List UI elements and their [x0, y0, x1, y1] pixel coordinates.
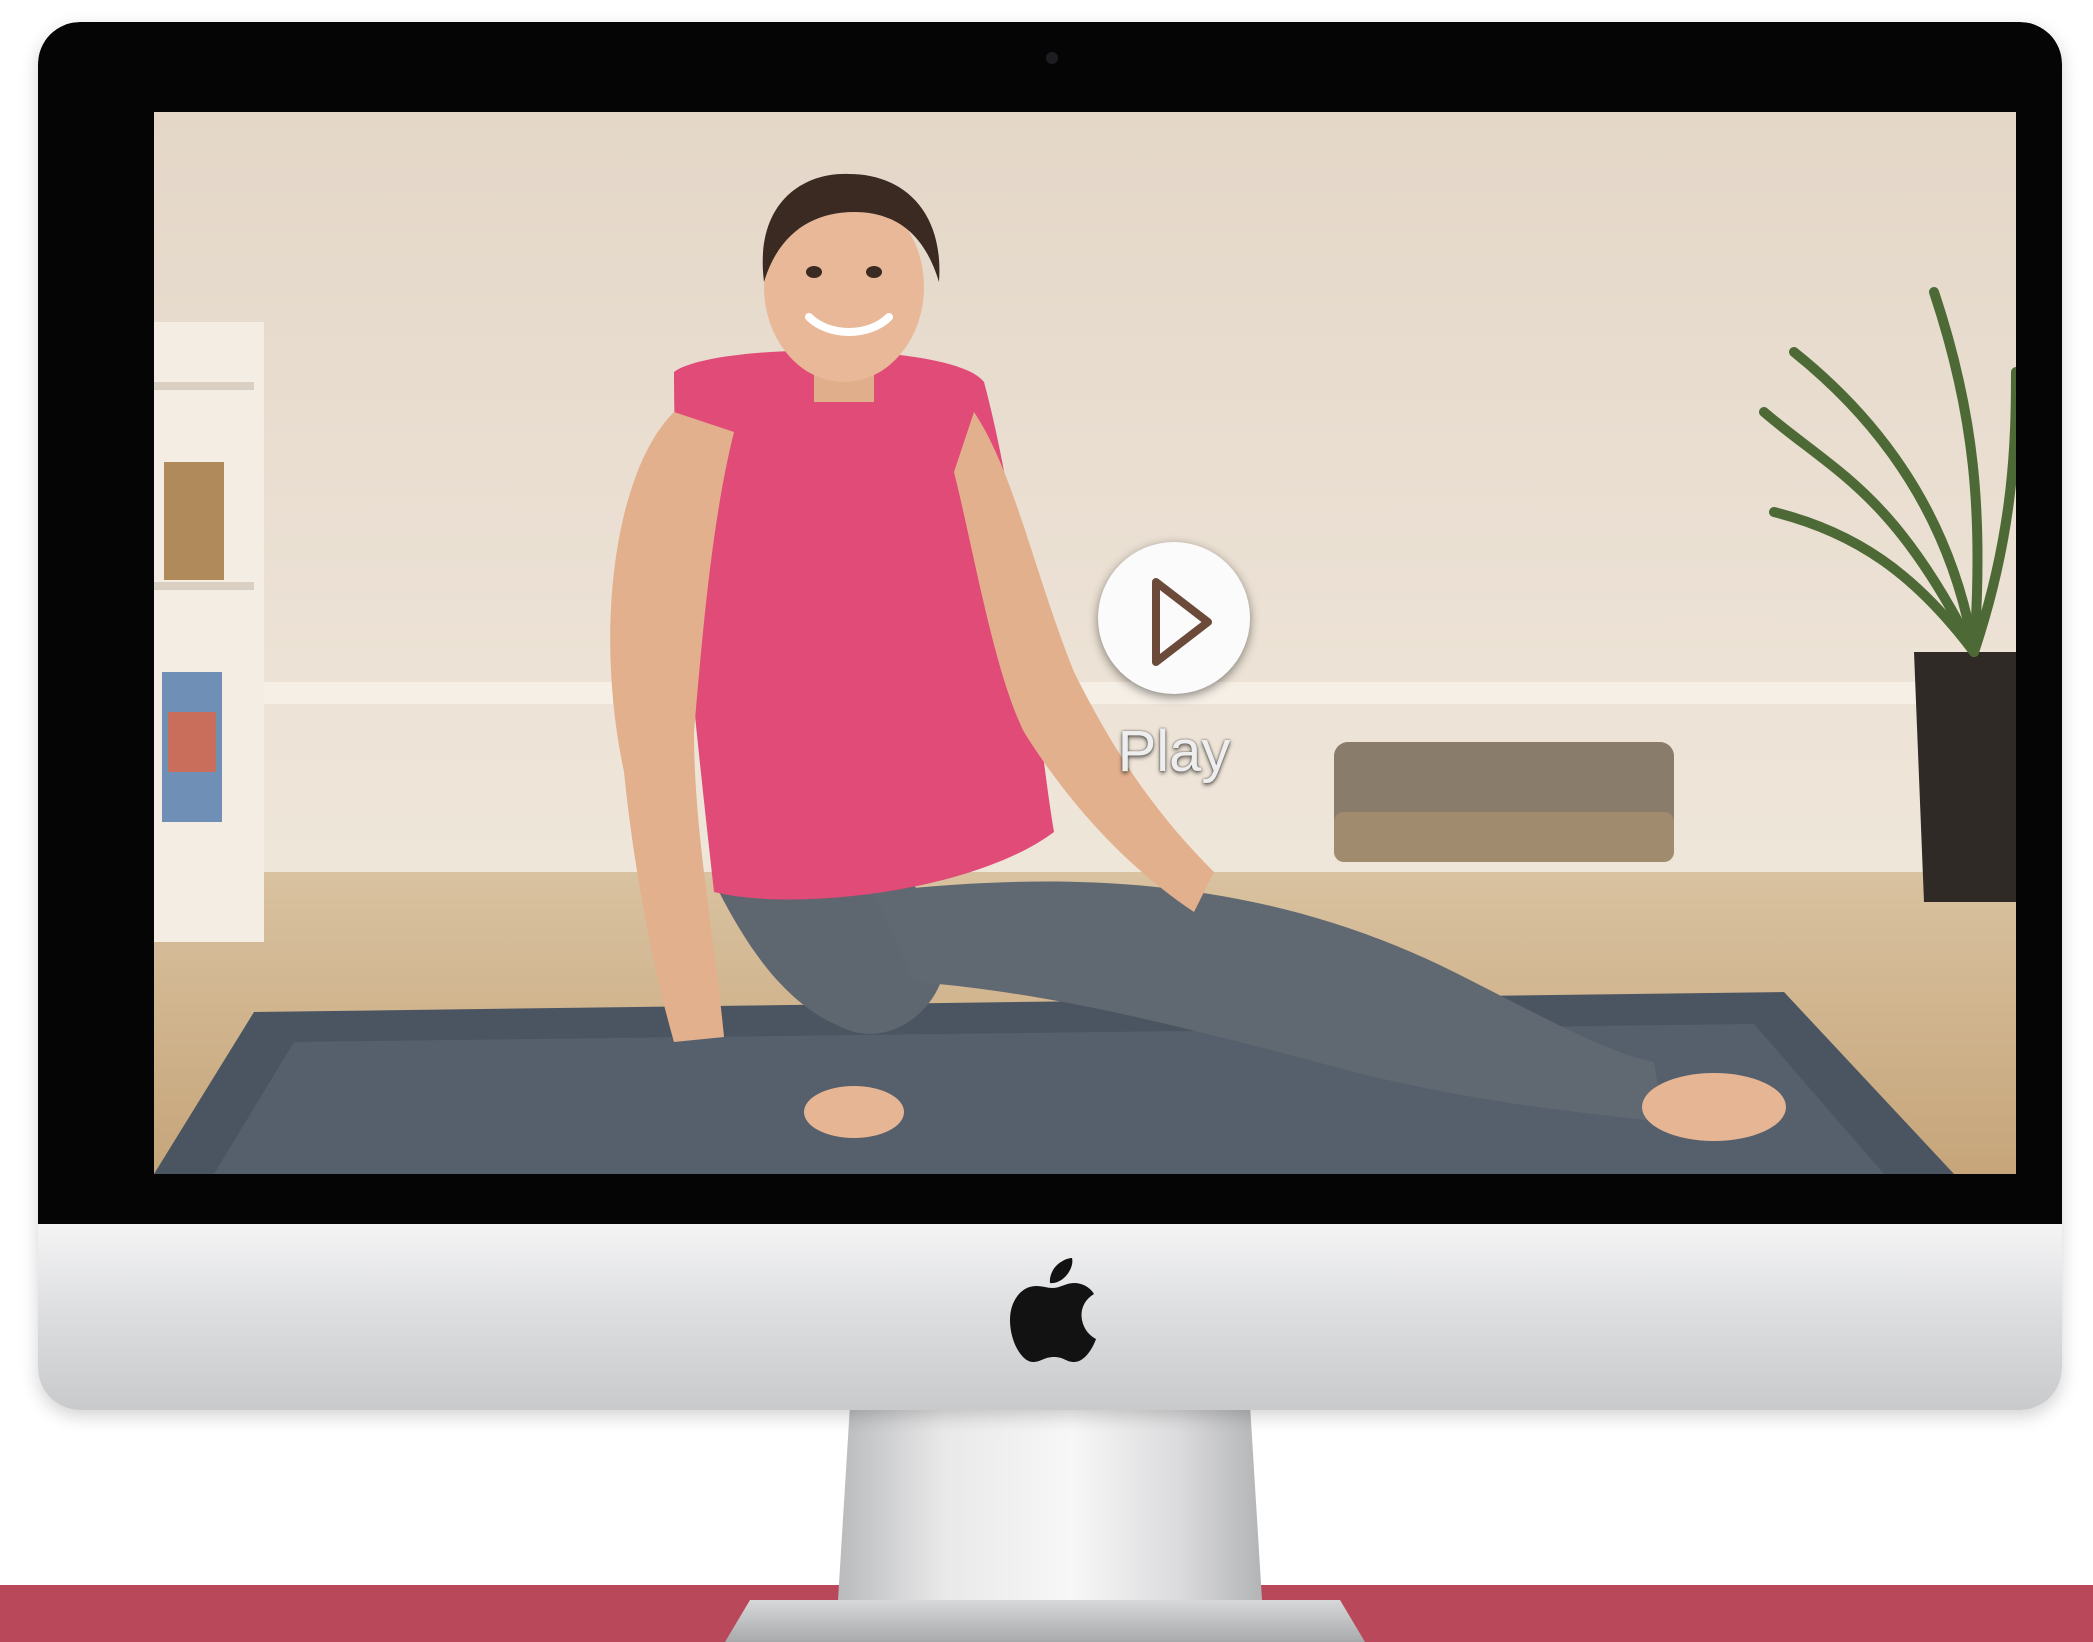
play-circle: [1098, 542, 1250, 694]
play-button[interactable]: Play: [1074, 542, 1274, 792]
camera-dot: [1046, 52, 1058, 64]
apple-logo-icon: [1010, 1258, 1096, 1362]
play-icon: [1152, 578, 1212, 666]
imac-display: Play: [38, 22, 2062, 1410]
video-player[interactable]: Play: [154, 112, 2016, 1174]
page: Play: [0, 0, 2093, 1642]
play-label: Play: [1117, 719, 1231, 784]
